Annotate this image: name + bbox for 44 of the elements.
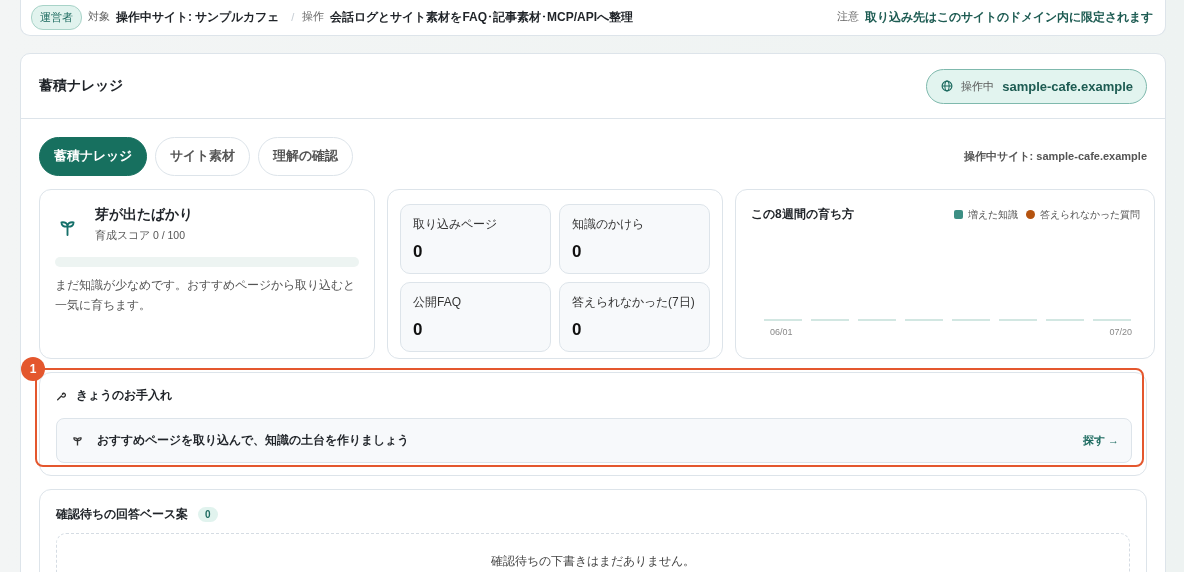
- target-value: 操作中サイト: サンプルカフェ: [116, 8, 280, 26]
- note-label: 注意: [837, 10, 859, 24]
- stat-value: 0: [572, 320, 583, 340]
- separator: /: [291, 11, 295, 23]
- stat-label: 公開FAQ: [413, 294, 462, 311]
- legend-label: 増えた知識: [968, 207, 1018, 222]
- panel-title: 蓄積ナレッジ: [39, 77, 123, 95]
- count-badge: 0: [198, 507, 218, 522]
- stat-label: 知識のかけら: [572, 216, 645, 233]
- tab[interactable]: サイト素材: [155, 137, 250, 176]
- axis-label: 07/20: [1109, 327, 1132, 337]
- note-value: 取り込み先はこのサイトのドメイン内に限定されます: [865, 8, 1153, 26]
- tab[interactable]: 理解の確認: [258, 137, 353, 176]
- maintenance-title: きょうのお手入れ: [76, 387, 172, 404]
- marker-badge: 1: [21, 357, 45, 381]
- tab[interactable]: 蓄積ナレッジ: [39, 137, 147, 176]
- growth-title: 芽が出たばかり: [95, 206, 193, 224]
- role-badge: 運営者: [31, 4, 82, 30]
- site-caption: 操作中サイト: sample-cafe.example: [963, 149, 1147, 164]
- task-text: おすすめページを取り込んで、知識の土台を作りましょう: [97, 433, 409, 448]
- action-label: 操作: [302, 10, 325, 24]
- sprout-icon: [73, 435, 82, 446]
- legend-label: 答えられなかった質問: [1040, 207, 1140, 222]
- target-label: 対象: [88, 10, 110, 24]
- growth-score: 育成スコア 0 / 100: [95, 229, 187, 243]
- task-row[interactable]: おすすめページを取り込んで、知識の土台を作りましょう 探す →: [56, 418, 1132, 463]
- stat-value: 0: [572, 242, 583, 262]
- sprout-icon: [60, 219, 75, 236]
- stat-value: 0: [413, 320, 424, 340]
- action-value: 会話ログとサイト素材をFAQ･記事素材･MCP/APIへ整理: [330, 8, 634, 26]
- empty-message: 確認待ちの下書きはまだありません。: [491, 554, 695, 569]
- chip-domain: sample-cafe.example: [1002, 78, 1133, 94]
- chip-label: 操作中: [961, 78, 995, 94]
- stat-value: 0: [413, 242, 424, 262]
- wrench-icon: [56, 390, 66, 401]
- site-chip[interactable]: 操作中 sample-cafe.example: [926, 68, 1147, 104]
- trend-title: この8週間の育ち方: [751, 206, 854, 223]
- stat-label: 取り込みページ: [413, 216, 498, 233]
- explore-link[interactable]: 探す →: [1082, 433, 1119, 448]
- globe-icon: [941, 80, 954, 92]
- stat-label: 答えられなかった(7日): [572, 294, 696, 311]
- growth-message: まだ知識が少なめです。おすすめページから取り込むと一気に育ちます。: [55, 277, 356, 314]
- axis-label: 06/01: [770, 327, 793, 337]
- pending-title: 確認待ちの回答ベース案: [56, 506, 188, 523]
